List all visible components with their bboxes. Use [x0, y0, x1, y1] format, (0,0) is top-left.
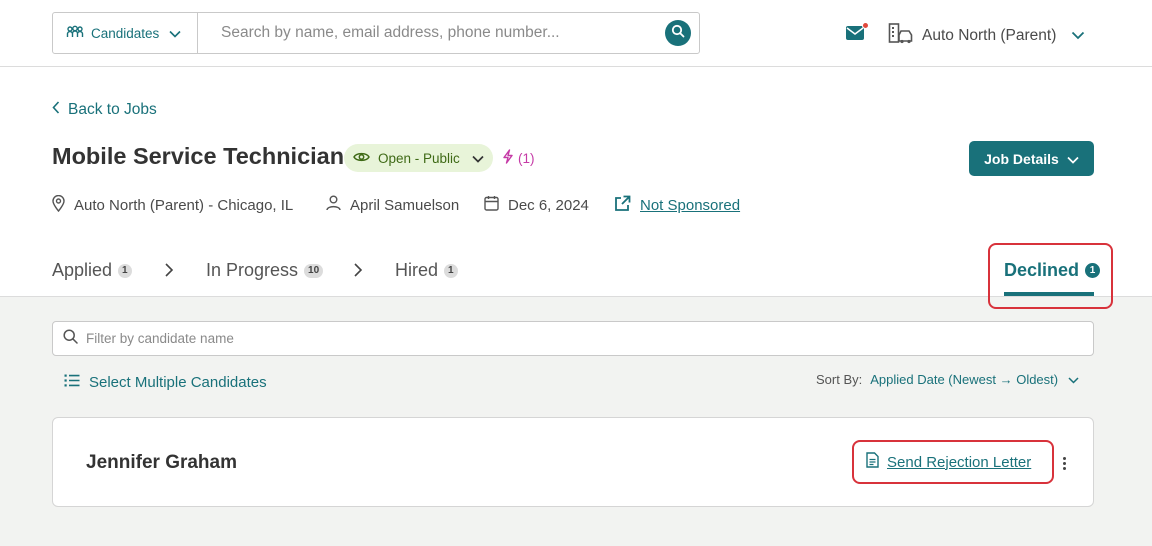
tab-count: 1 [1085, 263, 1101, 278]
job-owner: April Samuelson [326, 195, 459, 215]
organization-name: Auto North (Parent) [922, 26, 1057, 44]
envelope-icon [845, 26, 867, 45]
active-tab-indicator [1004, 292, 1094, 296]
search-scope-dropdown[interactable]: Candidates [53, 13, 198, 53]
job-details-button[interactable]: Job Details [969, 141, 1094, 176]
tab-label: Declined [1004, 260, 1080, 280]
job-location: Auto North (Parent) - Chicago, IL [52, 194, 294, 216]
map-pin-icon [52, 194, 65, 216]
calendar-icon [484, 195, 499, 215]
external-link-icon [614, 195, 631, 216]
job-status-dropdown[interactable]: Open - Public [344, 144, 493, 172]
candidate-filter [52, 321, 1094, 356]
people-icon [66, 25, 84, 42]
sort-label: Sort By: [816, 372, 863, 387]
sponsorship-text: Not Sponsored [640, 197, 741, 214]
tab-in-progress[interactable]: In Progress 10 [206, 260, 324, 281]
tab-applied[interactable]: Applied 1 [52, 260, 132, 281]
organization-switcher[interactable]: Auto North (Parent) [888, 22, 1085, 49]
lightning-icon [502, 149, 514, 167]
search-input[interactable] [198, 13, 665, 53]
job-status-label: Open - Public [378, 150, 460, 166]
sort-control: Sort By: Applied Date (Newest → Oldest) [816, 372, 1079, 387]
tab-count: 1 [444, 263, 458, 278]
sponsorship-link[interactable]: Not Sponsored [614, 195, 740, 216]
search-scope-label: Candidates [91, 25, 160, 41]
global-search: Candidates [52, 12, 700, 54]
unread-indicator [862, 22, 869, 29]
boost-count: (1) [518, 150, 535, 166]
chevron-down-icon [169, 26, 181, 41]
search-button[interactable] [665, 20, 691, 46]
sort-value: Applied Date (Newest → Oldest) [870, 372, 1059, 387]
chevron-right-icon [164, 262, 174, 283]
job-location-text: Auto North (Parent) - Chicago, IL [74, 197, 294, 214]
select-multiple-label: Select Multiple Candidates [89, 374, 267, 391]
document-icon [866, 452, 879, 472]
search-icon [63, 328, 78, 349]
send-rejection-letter-button[interactable]: Send Rejection Letter [866, 452, 1031, 472]
job-date: Dec 6, 2024 [484, 195, 589, 215]
candidate-card[interactable]: Jennifer Graham Send Rejection Letter [52, 417, 1094, 507]
tab-label: In Progress [206, 260, 299, 280]
chevron-left-icon [52, 101, 60, 119]
send-rejection-letter-label: Send Rejection Letter [887, 453, 1032, 471]
list-icon [64, 374, 80, 391]
boost-indicator[interactable]: (1) [502, 149, 535, 167]
sort-dropdown[interactable]: Applied Date (Newest → Oldest) [870, 372, 1079, 387]
chevron-right-icon [353, 262, 363, 283]
top-bar: Candidates Auto North (Parent) [0, 0, 1152, 67]
tab-label: Applied [52, 260, 113, 280]
tab-label: Hired [395, 260, 439, 280]
back-to-jobs-link[interactable]: Back to Jobs [52, 101, 157, 119]
job-details-label: Job Details [984, 150, 1059, 167]
tab-count: 10 [304, 263, 324, 278]
job-title: Mobile Service Technician [52, 143, 345, 169]
chevron-down-icon [1067, 151, 1079, 167]
chevron-down-icon [472, 151, 484, 166]
candidate-filter-input[interactable] [86, 331, 1093, 346]
chevron-down-icon [1071, 27, 1085, 45]
tab-hired[interactable]: Hired 1 [395, 260, 458, 281]
more-options-icon[interactable] [1058, 454, 1070, 472]
job-date-text: Dec 6, 2024 [508, 196, 589, 214]
candidate-name[interactable]: Jennifer Graham [86, 452, 237, 474]
select-multiple-candidates-button[interactable]: Select Multiple Candidates [64, 374, 267, 391]
chevron-down-icon [1068, 372, 1079, 387]
eye-icon [353, 151, 370, 166]
tab-count: 1 [118, 263, 132, 278]
tab-declined[interactable]: Declined 1 [1004, 260, 1101, 281]
messages-button[interactable] [845, 22, 869, 45]
search-icon [671, 24, 685, 43]
user-icon [326, 195, 341, 215]
dealership-icon [888, 22, 914, 49]
job-owner-name: April Samuelson [350, 196, 460, 214]
back-label: Back to Jobs [68, 101, 157, 118]
